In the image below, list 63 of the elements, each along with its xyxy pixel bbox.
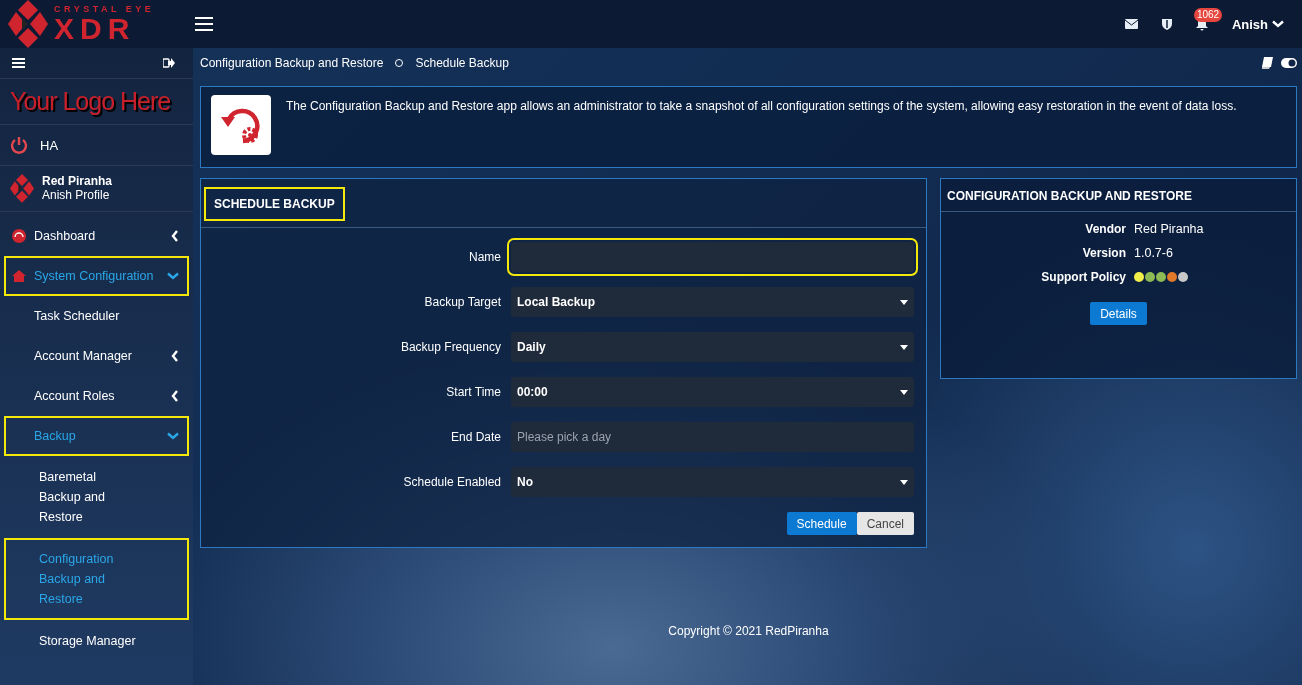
field-label: Name xyxy=(468,250,501,264)
chevron-down-icon xyxy=(167,271,179,280)
chevron-down-icon xyxy=(1272,20,1284,28)
logout-icon[interactable] xyxy=(163,58,175,68)
chevron-left-icon xyxy=(171,389,179,402)
info-label: Support Policy xyxy=(1040,270,1126,284)
sidebar-item[interactable]: Storage Manager xyxy=(4,619,189,662)
schedule-button[interactable]: Schedule xyxy=(786,512,857,535)
select-field[interactable]: 00:00 xyxy=(511,377,914,407)
dropdown-arrow-icon xyxy=(900,479,908,485)
breadcrumb-link[interactable]: Configuration Backup and Restore xyxy=(200,56,384,70)
logo-icon xyxy=(8,0,48,48)
form-title: SCHEDULE BACKUP xyxy=(204,187,345,221)
sidebar-item[interactable]: Account Manager xyxy=(4,335,189,376)
details-button[interactable]: Details xyxy=(1090,302,1147,325)
sidebar-item[interactable]: System Configuration xyxy=(4,255,189,296)
select-field[interactable]: Daily xyxy=(511,332,914,362)
select-field[interactable]: Local Backup xyxy=(511,287,914,317)
menu-icon[interactable] xyxy=(195,17,213,31)
ha-label: HA xyxy=(40,137,59,153)
sidebar-item[interactable]: Baremetal Backup and Restore xyxy=(4,455,189,538)
power-icon[interactable] xyxy=(10,136,28,154)
field-label: Backup Frequency xyxy=(399,340,501,354)
field-label: Start Time xyxy=(445,385,501,399)
panel-title: CONFIGURATION BACKUP AND RESTORE xyxy=(941,179,1296,212)
text-field[interactable]: Please pick a day xyxy=(511,422,914,452)
info-label: Version xyxy=(1081,246,1126,260)
sidebar-item[interactable]: Account Roles xyxy=(4,375,189,416)
chevron-left-icon xyxy=(171,229,179,242)
chevron-left-icon xyxy=(171,349,179,362)
house-icon xyxy=(12,269,26,282)
toggle-icon[interactable] xyxy=(1281,58,1297,68)
menu-icon[interactable] xyxy=(12,58,25,68)
dropdown-arrow-icon xyxy=(900,299,908,305)
shield-icon[interactable] xyxy=(1161,18,1172,30)
notification-badge: 1062 xyxy=(1193,7,1223,22)
brand-title: XDR xyxy=(54,13,136,44)
dropdown-arrow-icon xyxy=(900,389,908,395)
book-icon[interactable] xyxy=(1262,57,1273,69)
sidebar-item[interactable]: Dashboard xyxy=(4,215,189,256)
app-description: The Configuration Backup and Restore app allows an administrator to take a snapshot of all configuration settings of the system, allowing easy restoration in the event of data loss. xyxy=(286,98,1237,115)
brand-subtitle: CRYSTAL EYE xyxy=(54,4,155,14)
cancel-button[interactable]: Cancel xyxy=(856,512,914,535)
field-label: Backup Target xyxy=(423,295,501,309)
gauge-icon xyxy=(12,228,26,243)
info-label: Vendor xyxy=(1084,222,1126,236)
user-menu[interactable]: Anish xyxy=(1231,16,1284,32)
info-value: 1.0.7-6 xyxy=(1134,246,1174,260)
logo-icon xyxy=(10,174,34,203)
field-label: Schedule Enabled xyxy=(402,475,501,489)
sidebar-item[interactable]: Configuration Backup and Restore xyxy=(4,537,189,620)
chevron-down-icon xyxy=(167,431,179,440)
mail-icon[interactable] xyxy=(1124,19,1138,29)
field-label: End Date xyxy=(449,430,501,444)
select-field[interactable]: No xyxy=(511,467,914,497)
dropdown-arrow-icon xyxy=(900,344,908,350)
copyright-text: Copyright © 2021 RedPiranha xyxy=(667,624,830,638)
sidebar-item[interactable]: Task Scheduler xyxy=(4,295,189,336)
profile-subtitle: Anish Profile xyxy=(42,188,111,203)
info-value: Red Piranha xyxy=(1134,222,1205,236)
breadcrumb-link[interactable]: Schedule Backup xyxy=(415,56,509,70)
sidebar-item[interactable]: Backup xyxy=(4,415,189,456)
profile-name: Red Piranha xyxy=(42,174,113,189)
